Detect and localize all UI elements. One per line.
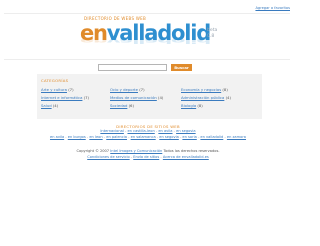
category-link-sociedad[interactable]: Sociedad — [110, 103, 127, 108]
category-item: Ocio y deporte (7) — [110, 87, 145, 92]
category-item: Economía y negocios (8) — [181, 87, 228, 92]
category-link-internet[interactable]: Internet e informática — [41, 95, 82, 100]
category-item: Medios de comunicación (4) — [110, 95, 163, 100]
category-count: (4) — [52, 103, 59, 108]
copyright-prefix: Copyright © 2007 — [76, 149, 110, 153]
category-link-economia[interactable]: Economía y negocios — [181, 87, 221, 92]
category-count: (6) — [128, 103, 134, 108]
add-to-favorites-link[interactable]: Agregar a favoritos — [255, 6, 290, 10]
terms-link[interactable]: Condiciones de servicio — [87, 155, 129, 159]
directories-row-2: en avila - en burgos - en leon - en pale… — [49, 135, 247, 139]
directory-link[interactable]: en castilla-leon — [127, 129, 154, 133]
category-item: Administración pública (4) — [181, 95, 231, 100]
directory-link[interactable]: en salamanca — [131, 135, 156, 139]
category-link-medios[interactable]: Medios de comunicación — [110, 95, 157, 100]
logo-beta-label: beta — [207, 28, 218, 33]
copyright-suffix: Todos los derechos reservados. — [163, 149, 220, 153]
directory-link[interactable]: en soria — [182, 135, 196, 139]
directory-link[interactable]: Internacional — [100, 129, 124, 133]
categories-heading: CATEGORÍAS — [41, 78, 69, 83]
footer-links: Condiciones de servicio - Envío de sitio… — [87, 155, 209, 159]
page: Agregar a favoritos DIRECTORIO DE WEBS W… — [0, 0, 296, 246]
category-link-salud[interactable]: Salud — [41, 103, 52, 108]
directory-link[interactable]: en burgos — [68, 135, 86, 139]
directory-link[interactable]: en segovia — [176, 129, 196, 133]
category-count: (7) — [83, 95, 90, 100]
category-link-arte[interactable]: Arte y cultura — [41, 87, 67, 92]
logo-version-label: 0.8 — [207, 34, 215, 39]
category-count: (8) — [222, 87, 228, 92]
directory-link[interactable]: en palencia — [106, 135, 127, 139]
directories-row-1: Internacional - en castilla-leon - en av… — [100, 129, 196, 133]
category-link-administracion[interactable]: Administración pública — [181, 95, 224, 100]
category-count: (7) — [139, 87, 145, 92]
company-link[interactable]: Intel Images y Comunicación — [110, 149, 162, 153]
category-item: Biología (8) — [181, 103, 203, 108]
submit-site-link[interactable]: Envío de sitios — [133, 155, 159, 159]
category-item: Internet e informática (7) — [41, 95, 89, 100]
category-count: (7) — [68, 87, 74, 92]
about-link[interactable]: Acerca de envalladolid.es — [163, 155, 209, 159]
category-item: Arte y cultura (7) — [41, 87, 74, 92]
search-button[interactable]: Buscar — [171, 64, 192, 71]
directory-link[interactable]: en valladolid — [200, 135, 223, 139]
category-count: (4) — [158, 95, 164, 100]
site-logo[interactable]: DIRECTORIO DE WEBS WEB envalladolid enva… — [78, 14, 228, 58]
category-link-biologia[interactable]: Biología — [181, 103, 196, 108]
logo-reflection: envalladolid — [80, 36, 211, 45]
directory-link[interactable]: en avila — [158, 129, 172, 133]
category-count: (8) — [197, 103, 203, 108]
category-count: (4) — [225, 95, 231, 100]
directory-link[interactable]: en leon — [89, 135, 102, 139]
categories-panel: CATEGORÍAS Arte y cultura (7) Internet e… — [37, 74, 262, 119]
directory-link[interactable]: en segovia — [159, 135, 179, 139]
category-item: Sociedad (6) — [110, 103, 134, 108]
copyright-line: Copyright © 2007 Intel Images y Comunica… — [0, 149, 296, 154]
directory-link[interactable]: en zamora — [227, 135, 246, 139]
category-item: Salud (4) — [41, 103, 58, 108]
search-input[interactable] — [98, 64, 167, 71]
directory-link[interactable]: en avila — [50, 135, 64, 139]
category-link-ocio[interactable]: Ocio y deporte — [110, 87, 138, 92]
